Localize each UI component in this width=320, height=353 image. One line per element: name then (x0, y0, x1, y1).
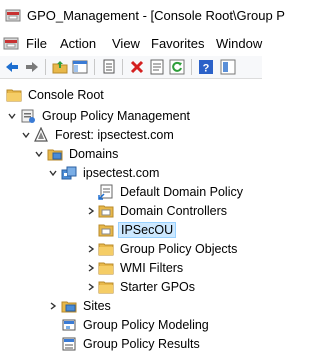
results-icon (62, 337, 76, 351)
ou-folder-icon (98, 224, 114, 237)
tree-node-ipsecou[interactable]: IPSecOU (98, 221, 177, 239)
tree-node-default-domain-policy[interactable]: Default Domain Policy (98, 183, 245, 201)
chevron-down-icon[interactable] (7, 111, 17, 121)
tree-node-forest[interactable]: Forest: ipsectest.com (33, 126, 176, 144)
group-policy-management-icon (21, 109, 35, 123)
chevron-down-icon[interactable] (48, 168, 58, 178)
domains-folder-icon (47, 149, 63, 161)
tree-label: Sites (83, 299, 111, 313)
console-tree: Console Root Group Policy Management For… (0, 80, 262, 351)
menu-window[interactable]: Window (216, 36, 262, 51)
chevron-down-icon[interactable] (34, 149, 44, 159)
tree-node-domain-ipsectest[interactable]: ipsectest.com (61, 164, 161, 182)
tree-node-wmi-filters[interactable]: WMI Filters (98, 259, 185, 277)
tree-label: Forest: ipsectest.com (55, 128, 174, 142)
tree-node-console-root[interactable]: Console Root (6, 86, 106, 104)
chevron-right-icon[interactable] (86, 244, 96, 254)
ou-folder-icon (98, 205, 114, 218)
folder-icon (98, 243, 114, 256)
menu-favorites[interactable]: Favorites (151, 36, 204, 51)
gpo-app-icon (5, 9, 21, 22)
folder-icon (6, 89, 22, 102)
tree-label: Group Policy Results (83, 337, 200, 351)
tree-label: Domains (69, 147, 119, 161)
forward-arrow-icon[interactable] (24, 59, 40, 75)
tree-label: Starter GPOs (120, 280, 196, 294)
show-hide-tree-icon[interactable] (72, 59, 88, 75)
gpo-link-icon (98, 184, 113, 200)
delete-icon[interactable] (129, 59, 145, 75)
chevron-down-icon[interactable] (21, 130, 31, 140)
tree-node-group-policy-objects[interactable]: Group Policy Objects (98, 240, 239, 258)
folder-icon (98, 262, 114, 275)
tree-label: Group Policy Objects (120, 242, 238, 256)
refresh-icon[interactable] (169, 59, 185, 75)
forest-icon (34, 127, 48, 142)
svg-text:?: ? (203, 63, 210, 75)
menu-file[interactable]: File (26, 36, 47, 51)
chevron-right-icon[interactable] (86, 206, 96, 216)
menu-view[interactable]: View (112, 36, 140, 51)
modeling-icon (62, 319, 76, 331)
toolbar: ? (0, 56, 262, 79)
toolbar-separator (94, 59, 95, 75)
menu-bar: File Action View Favorites Window (0, 30, 262, 56)
tree-node-starter-gpos[interactable]: Starter GPOs (98, 278, 197, 296)
tree-label: IPSecOU (118, 222, 177, 238)
chevron-right-icon[interactable] (48, 301, 58, 311)
properties-icon[interactable] (149, 59, 165, 75)
tree-label: Group Policy Management (42, 109, 190, 123)
folder-icon (98, 281, 114, 294)
tree-node-group-policy-modeling[interactable]: Group Policy Modeling (61, 316, 211, 334)
tree-label: WMI Filters (120, 261, 184, 275)
tree-label: ipsectest.com (83, 166, 160, 180)
tree-node-domains[interactable]: Domains (47, 145, 120, 163)
title-bar: GPO_Management - [Console Root\Group P (0, 0, 285, 30)
tree-node-group-policy-results[interactable]: Group Policy Results (61, 335, 202, 353)
tree-node-domain-controllers[interactable]: Domain Controllers (98, 202, 229, 220)
tree-node-sites[interactable]: Sites (61, 297, 113, 315)
toolbar-separator (45, 59, 46, 75)
tree-label: Console Root (28, 88, 104, 102)
menu-action[interactable]: Action (60, 36, 96, 51)
sites-icon (61, 301, 77, 313)
toolbar-separator (191, 59, 192, 75)
console-menu-icon[interactable] (3, 35, 19, 51)
help-icon[interactable]: ? (198, 59, 214, 75)
tree-label: Group Policy Modeling (83, 318, 209, 332)
tree-label: Default Domain Policy (120, 185, 243, 199)
back-arrow-icon[interactable] (4, 59, 20, 75)
up-folder-icon[interactable] (52, 59, 68, 75)
extra-icon[interactable] (220, 59, 236, 75)
tree-node-group-policy-management[interactable]: Group Policy Management (20, 107, 192, 125)
chevron-right-icon[interactable] (86, 282, 96, 292)
copy-icon[interactable] (101, 59, 117, 75)
tree-label: Domain Controllers (120, 204, 227, 218)
toolbar-separator (122, 59, 123, 75)
window-title: GPO_Management - [Console Root\Group P (27, 8, 285, 23)
chevron-right-icon[interactable] (86, 263, 96, 273)
domain-icon (61, 166, 77, 180)
